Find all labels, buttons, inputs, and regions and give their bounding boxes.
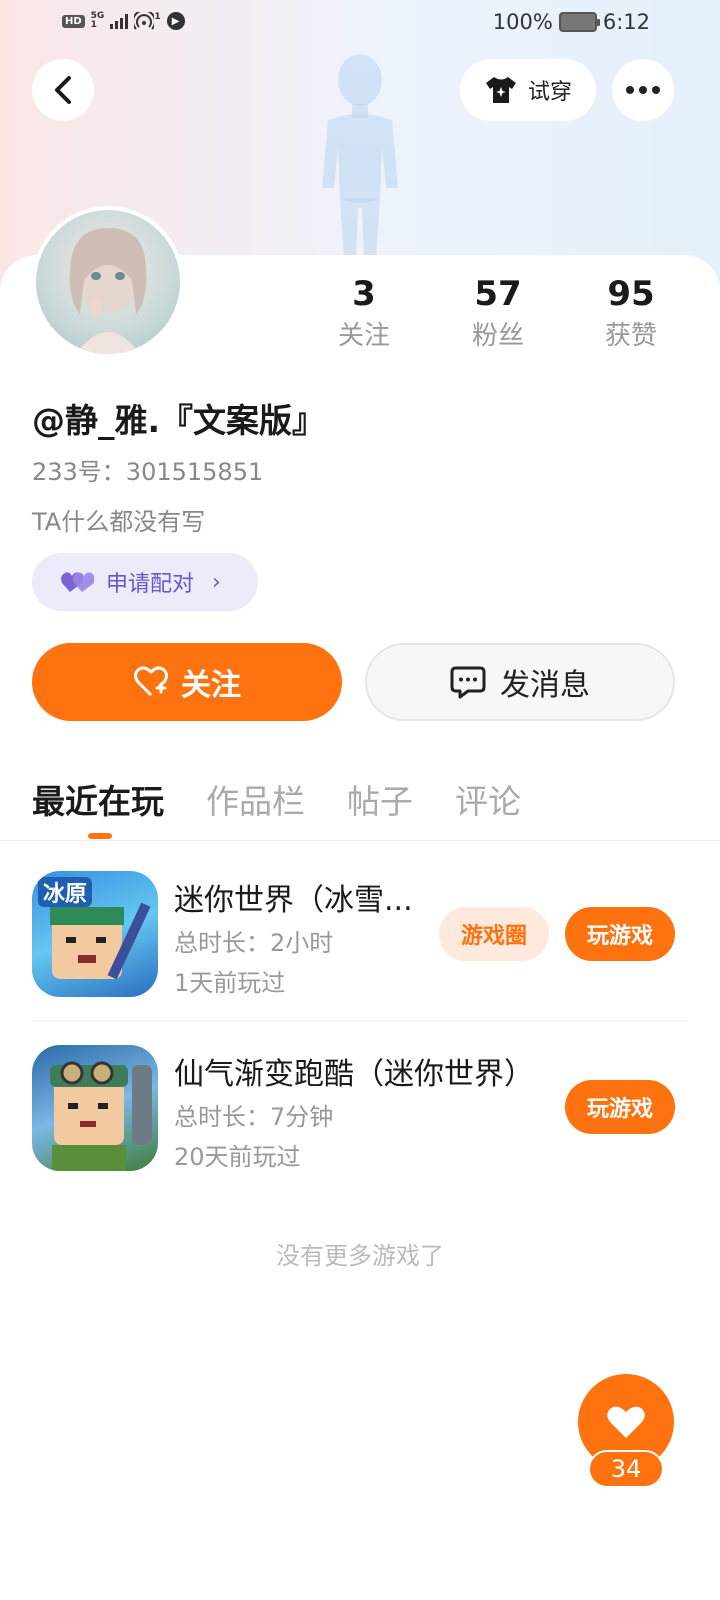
like-count-badge: 34 xyxy=(588,1450,664,1488)
media-play-icon: ▶ xyxy=(166,12,185,30)
play-game-button[interactable]: 玩游戏 xyxy=(565,1080,675,1134)
tab-recently-played[interactable]: 最近在玩 xyxy=(32,775,164,823)
game-circle-button[interactable]: 游戏圈 xyxy=(439,907,549,961)
game-list-item[interactable]: 冰原 迷你世界（冰雪... 总时长：2小时 1天前玩过 游戏圈 玩游戏 xyxy=(32,871,688,997)
signal-icon xyxy=(110,13,129,29)
hd-indicator: HD xyxy=(62,14,85,28)
svg-text:冰原: 冰原 xyxy=(43,882,87,907)
stat-likes-label: 获赞 xyxy=(604,321,657,351)
chevron-right-icon: › xyxy=(212,569,221,595)
stat-likes[interactable]: 95 获赞 xyxy=(571,272,691,356)
tab-works[interactable]: 作品栏 xyxy=(206,775,305,823)
avatar[interactable] xyxy=(32,206,184,358)
stat-following-count: 3 xyxy=(352,274,376,314)
game-icon-art: 冰原 xyxy=(38,877,151,980)
list-divider xyxy=(32,1020,688,1021)
battery-percent: 100% xyxy=(492,10,553,34)
clock: 6:12 xyxy=(602,10,650,34)
play-game-button[interactable]: 玩游戏 xyxy=(565,907,675,961)
follow-button[interactable]: 关注 xyxy=(32,643,342,721)
game-title: 迷你世界（冰雪... xyxy=(174,883,413,918)
game-last-played: 20天前玩过 xyxy=(174,1143,301,1171)
game-list-item[interactable]: 仙气渐变跑酷（迷你世界） 总时长：7分钟 20天前玩过 玩游戏 xyxy=(32,1045,688,1171)
game-last-played: 1天前玩过 xyxy=(174,969,286,997)
request-pair-label: 申请配对 xyxy=(106,572,195,597)
stat-following-label: 关注 xyxy=(337,321,390,351)
network-type: 5G 1 xyxy=(90,11,105,30)
more-dots-icon xyxy=(626,86,634,94)
stat-following[interactable]: 3 关注 xyxy=(304,272,424,356)
try-on-button[interactable]: 试穿 xyxy=(460,59,596,121)
status-indicators: HD 5G 1 1 ▶ xyxy=(62,12,185,30)
stat-likes-count: 95 xyxy=(607,274,655,314)
message-button[interactable]: 发消息 xyxy=(365,643,675,721)
username: @静_雅.『文案版』 xyxy=(32,401,326,440)
stat-followers[interactable]: 57 粉丝 xyxy=(438,272,558,356)
active-tab-indicator xyxy=(88,833,112,839)
chevron-left-icon xyxy=(55,76,71,104)
game-icon-art xyxy=(50,1061,152,1171)
follow-label: 关注 xyxy=(181,668,241,703)
stat-followers-label: 粉丝 xyxy=(471,321,524,351)
tabs-divider xyxy=(0,840,720,841)
game-play-duration: 总时长：7分钟 xyxy=(174,1103,334,1131)
game-icon[interactable]: 冰原 xyxy=(32,871,158,997)
tab-posts[interactable]: 帖子 xyxy=(347,775,413,823)
heart-icon xyxy=(607,1406,645,1438)
user-bio: TA什么都没有写 xyxy=(32,508,206,536)
chat-bubble-icon xyxy=(450,666,486,699)
tab-comments[interactable]: 评论 xyxy=(455,775,521,823)
status-bar: HD 5G 1 1 ▶ 100% 6:12 xyxy=(0,0,720,48)
tshirt-icon xyxy=(485,77,516,103)
more-button[interactable] xyxy=(612,59,674,121)
double-heart-icon xyxy=(61,572,94,592)
battery-icon xyxy=(558,12,600,32)
stat-followers-count: 57 xyxy=(474,274,522,314)
request-pair-button[interactable]: 申请配对 › xyxy=(32,553,258,611)
game-play-duration: 总时长：2小时 xyxy=(174,929,334,957)
no-more-games-text: 没有更多游戏了 xyxy=(276,1242,444,1270)
back-button[interactable] xyxy=(32,59,94,121)
avatar-illustration xyxy=(69,228,147,354)
heart-plus-icon xyxy=(134,666,168,697)
user-id: 233号：301515851 xyxy=(32,458,264,486)
avatar-figure-preview xyxy=(322,54,398,258)
game-title: 仙气渐变跑酷（迷你世界） xyxy=(174,1057,534,1092)
message-label: 发消息 xyxy=(500,668,590,703)
profile-tabs: 最近在玩 作品栏 帖子 评论 xyxy=(32,775,521,823)
status-right: 100% 6:12 xyxy=(493,10,650,34)
hotspot-icon: 1 xyxy=(134,12,161,30)
try-on-label: 试穿 xyxy=(527,80,572,105)
game-icon[interactable] xyxy=(32,1045,158,1171)
